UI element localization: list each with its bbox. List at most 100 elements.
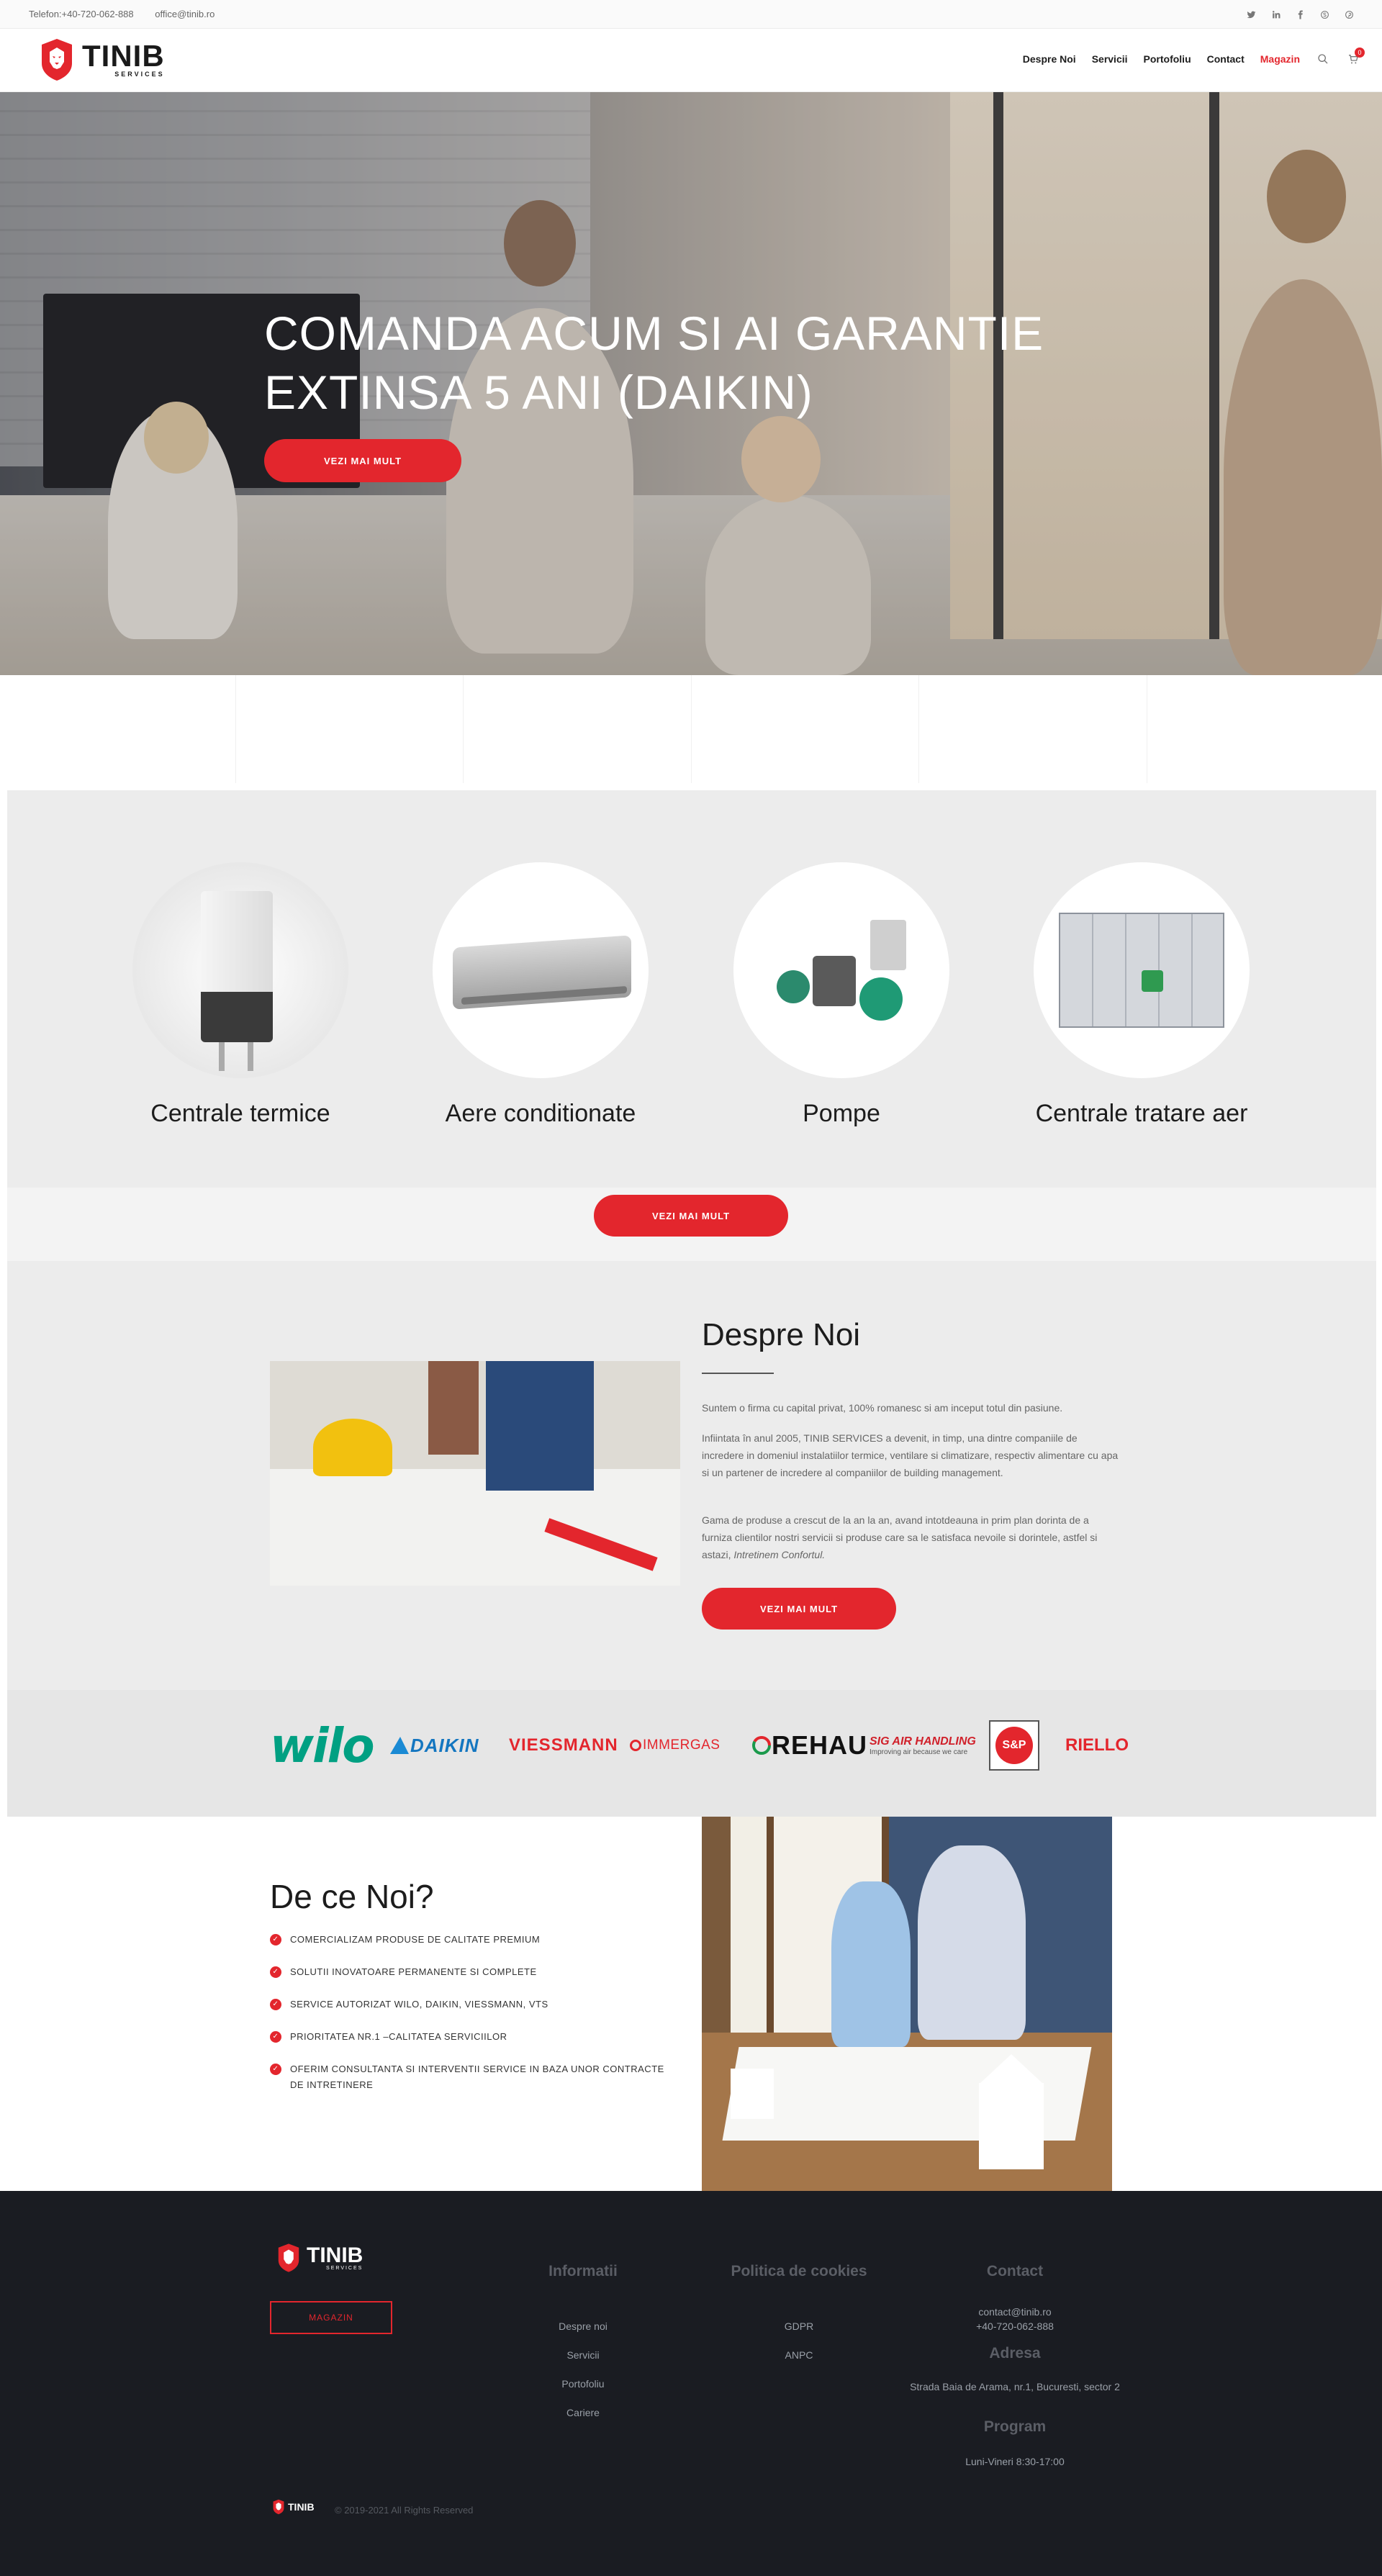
footer-address: Strada Baia de Arama, nr.1, Bucuresti, s… xyxy=(910,2381,1120,2392)
products-cta-button[interactable]: VEZI MAI MULT xyxy=(594,1195,788,1237)
brand-logo-wilo[interactable]: wilo xyxy=(270,1718,375,1773)
logo-subtext: SERVICES xyxy=(114,71,165,78)
about-title: Despre Noi xyxy=(702,1317,861,1352)
why-title: De ce Noi? xyxy=(270,1878,434,1915)
brand-logo-sp[interactable]: S&P xyxy=(989,1720,1039,1771)
linkedin-icon[interactable] xyxy=(1268,7,1283,22)
lion-logo-icon xyxy=(273,2499,284,2515)
footer-link-cariere[interactable]: Cariere xyxy=(504,2407,662,2418)
why-list: ✓ COMERCIALIZAM PRODUSE DE CALITATE PREMI… xyxy=(270,1932,673,2110)
why-item: ✓ COMERCIALIZAM PRODUSE DE CALITATE PREMI… xyxy=(270,1932,673,1948)
brand-logo-riello[interactable]: RIELLO xyxy=(1065,1720,1129,1771)
products-section: Centrale termice Aere conditionate Pompe… xyxy=(7,790,1376,1188)
footer-copyright: © 2019-2021 All Rights Reserved xyxy=(335,2505,474,2516)
why-item: ✓ OFERIM CONSULTANTA SI INTERVENTII SERVI… xyxy=(270,2061,673,2093)
footer-program-title: Program xyxy=(983,2418,1047,2435)
hero-title-line1: COMANDA ACUM SI AI GARANTIE xyxy=(264,307,1044,360)
footer-address-title: Adresa xyxy=(989,2345,1041,2362)
top-contact: Telefon:+40-720-062-888 office@tinib.ro xyxy=(29,9,233,19)
cart-count-badge: 0 xyxy=(1355,48,1365,58)
check-icon: ✓ xyxy=(270,1966,281,1978)
footer-link-anpc[interactable]: ANPC xyxy=(691,2349,907,2361)
top-bar: Telefon:+40-720-062-888 office@tinib.ro xyxy=(0,0,1382,29)
site-footer: TINIB SERVICES MAGAZIN Informatii Despre… xyxy=(0,2191,1382,2576)
footer-program: Luni-Vineri 8:30-17:00 xyxy=(965,2456,1065,2467)
social-links xyxy=(1244,7,1356,22)
about-photo xyxy=(270,1361,680,1586)
nav-portofoliu[interactable]: Portofoliu xyxy=(1144,53,1191,65)
product-card[interactable]: Centrale termice xyxy=(132,862,348,1128)
site-logo[interactable]: TINIB SERVICES xyxy=(39,37,165,82)
brand-logo-rehau[interactable]: REHAU xyxy=(751,1720,867,1771)
product-card[interactable]: Pompe xyxy=(733,862,949,1128)
lion-logo-icon xyxy=(278,2243,299,2272)
footer-contact-title: Contact xyxy=(986,2263,1044,2279)
product-name[interactable]: Pompe xyxy=(733,1100,949,1128)
why-item: ✓ PRIORITATEA NR.1 –CALITATEA SERVICIILOR xyxy=(270,2029,673,2045)
footer-link-despre[interactable]: Despre noi xyxy=(504,2320,662,2332)
cart-icon[interactable]: 0 xyxy=(1346,48,1365,66)
product-image-ac[interactable] xyxy=(433,862,649,1078)
footer-contact-email[interactable]: contact@tinib.ro xyxy=(907,2306,1123,2318)
check-icon: ✓ xyxy=(270,1934,281,1945)
product-image-pumps[interactable] xyxy=(733,862,949,1078)
footer-link-servicii[interactable]: Servicii xyxy=(504,2349,662,2361)
brands-strip: wilo DAIKIN VIESSMANN IMMERGAS REHAU SIG… xyxy=(7,1690,1376,1817)
footer-shop-button[interactable]: MAGAZIN xyxy=(270,2301,392,2334)
brand-logo-viessmann[interactable]: VIESSMANN xyxy=(509,1720,618,1771)
why-us-section: De ce Noi? ✓ COMERCIALIZAM PRODUSE DE CAL… xyxy=(0,1817,1382,2191)
hero-cta-button[interactable]: VEZI MAI MULT xyxy=(264,439,461,482)
skype-icon[interactable] xyxy=(1317,7,1332,22)
nav-despre-noi[interactable]: Despre Noi xyxy=(1023,53,1076,65)
search-icon[interactable] xyxy=(1316,52,1330,66)
footer-logo[interactable]: TINIB SERVICES xyxy=(276,2243,363,2273)
about-tagline: Intretinem Confortul. xyxy=(733,1549,826,1560)
lion-logo-icon xyxy=(42,39,72,81)
check-icon: ✓ xyxy=(270,2064,281,2075)
nav-magazin[interactable]: Magazin xyxy=(1260,53,1300,65)
hero-title-line2: EXTINSA 5 ANI (DAIKIN) xyxy=(264,366,813,419)
brand-logo-sig[interactable]: SIG AIR HANDLING Improving air because w… xyxy=(870,1720,976,1771)
about-paragraph-2: Infiintata în anul 2005, TINIB SERVICES … xyxy=(702,1432,1119,1478)
about-cta-button[interactable]: VEZI MAI MULT xyxy=(702,1588,896,1630)
daikin-triangle-icon xyxy=(390,1737,409,1754)
product-image-boiler[interactable] xyxy=(132,862,348,1078)
why-item: ✓ SERVICE AUTORIZAT WILO, DAIKIN, VIESSMA… xyxy=(270,1997,673,2012)
brand-logo-immergas[interactable]: IMMERGAS xyxy=(630,1720,720,1771)
rehau-ring-icon xyxy=(752,1736,771,1755)
about-title-divider xyxy=(702,1373,774,1374)
about-paragraph-1: Suntem o firma cu capital privat, 100% r… xyxy=(702,1402,1063,1414)
email-text[interactable]: office@tinib.ro xyxy=(155,9,214,19)
site-header: TINIB SERVICES Despre Noi Servicii Porto… xyxy=(0,29,1382,92)
pinterest-icon[interactable] xyxy=(1342,7,1356,22)
footer-link-gdpr[interactable]: GDPR xyxy=(691,2320,907,2332)
footer-col-cookies-title: Politica de cookies xyxy=(731,2263,867,2279)
why-item: ✓ SOLUTII INOVATOARE PERMANENTE SI COMPLE… xyxy=(270,1964,673,1980)
hero-banner: COMANDA ACUM SI AI GARANTIE EXTINSA 5 AN… xyxy=(0,92,1382,675)
logo-text: TINIB xyxy=(82,39,165,73)
feature-strip xyxy=(0,675,1382,790)
footer-contact-phone[interactable]: +40-720-062-888 xyxy=(907,2320,1123,2332)
footer-link-portofoliu[interactable]: Portofoliu xyxy=(504,2378,662,2390)
product-card[interactable]: Centrale tratare aer xyxy=(1034,862,1250,1128)
check-icon: ✓ xyxy=(270,2031,281,2043)
facebook-icon[interactable] xyxy=(1293,7,1307,22)
brand-logo-daikin[interactable]: DAIKIN xyxy=(389,1720,479,1771)
product-name[interactable]: Centrale tratare aer xyxy=(1034,1100,1250,1128)
about-paragraph-3: Gama de produse a crescut de la an la an… xyxy=(702,1514,1098,1560)
phone-text[interactable]: Telefon:+40-720-062-888 xyxy=(29,9,134,19)
product-name[interactable]: Aere conditionate xyxy=(433,1100,649,1128)
nav-servicii[interactable]: Servicii xyxy=(1092,53,1128,65)
check-icon: ✓ xyxy=(270,1999,281,2010)
why-photo xyxy=(702,1817,1112,2191)
footer-col-info-title: Informatii xyxy=(548,2263,618,2279)
twitter-icon[interactable] xyxy=(1244,7,1258,22)
main-nav: Despre Noi Servicii Portofoliu Contact M… xyxy=(1023,48,1365,66)
products-more-band: VEZI MAI MULT xyxy=(7,1188,1376,1261)
product-name[interactable]: Centrale termice xyxy=(132,1100,348,1128)
hero-title: COMANDA ACUM SI AI GARANTIE EXTINSA 5 AN… xyxy=(264,304,1128,422)
nav-contact[interactable]: Contact xyxy=(1207,53,1245,65)
product-card[interactable]: Aere conditionate xyxy=(433,862,649,1128)
about-section: Despre Noi Suntem o firma cu capital pri… xyxy=(7,1261,1376,1690)
product-image-ahu[interactable] xyxy=(1034,862,1250,1078)
